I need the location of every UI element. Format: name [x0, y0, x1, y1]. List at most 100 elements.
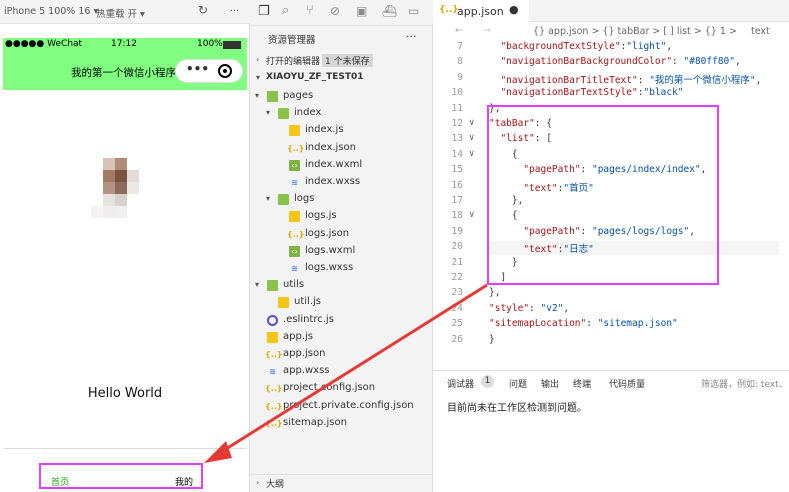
- unsaved-badge: 1 个未保存: [322, 54, 373, 67]
- fold-chevron-icon[interactable]: ∨: [469, 210, 474, 220]
- line-number: 7: [457, 41, 463, 52]
- tree-item-index-json[interactable]: {..} index.json: [250, 140, 433, 157]
- code-line: },: [489, 287, 501, 299]
- menu-capsule[interactable]: •••: [175, 59, 243, 83]
- extensions-icon[interactable]: ▣: [356, 4, 367, 18]
- tree-item-eslintrc-js[interactable]: .eslintrc.js: [250, 312, 433, 329]
- folder-icon: [267, 91, 278, 102]
- tree-item-index-wxss[interactable]: ≋ index.wxss: [250, 174, 433, 191]
- js-file-icon: [267, 331, 278, 343]
- chevron-down-icon[interactable]: ▾: [255, 280, 259, 289]
- outline-header[interactable]: › 大纲: [250, 474, 433, 491]
- tree-item-logs-wxss[interactable]: ≋ logs.wxss: [250, 260, 433, 277]
- line-number: 24: [451, 302, 463, 314]
- open-editors-header[interactable]: › 打开的编辑器 1 个未保存: [250, 52, 433, 69]
- tree-item-util-js[interactable]: util.js: [250, 294, 433, 311]
- tab-app-json[interactable]: {..} app.json ●: [433, 0, 529, 22]
- tabbar-preview-highlight: [39, 463, 203, 489]
- code-line: "navigationBarTextStyle":"black": [500, 87, 684, 99]
- capsule-more-icon[interactable]: •••: [186, 62, 209, 76]
- line-number: 11: [451, 102, 463, 114]
- line-number: 23: [451, 287, 463, 299]
- tab-debugger[interactable]: 调试器: [447, 377, 474, 390]
- tree-item-label: pages: [283, 90, 314, 101]
- chevron-down-icon[interactable]: ▾: [266, 108, 270, 117]
- more-icon[interactable]: ···: [230, 6, 239, 17]
- tree-item-label: sitemap.json: [283, 416, 347, 428]
- wxss-file-icon: ≋: [291, 178, 298, 187]
- panel-tabs: 调试器 1 问题 输出 终端 代码质量 筛选器，例如: text、**: [433, 375, 789, 391]
- fold-chevron-icon[interactable]: ∨: [469, 149, 474, 159]
- tree-item-label: logs.js: [305, 210, 337, 222]
- line-number: 13: [451, 133, 463, 145]
- tree-item-label: .eslintrc.js: [283, 313, 334, 325]
- tab-terminal[interactable]: 终端: [573, 377, 591, 390]
- json-file-icon: {..}: [265, 350, 283, 359]
- tree-item-sitemap-json[interactable]: {..} sitemap.json: [250, 415, 433, 432]
- tab-code-quality[interactable]: 代码质量: [609, 377, 645, 390]
- json-file-icon: {..}: [287, 143, 305, 153]
- files-icon[interactable]: ❐: [258, 4, 270, 19]
- project-header[interactable]: ▾ XIAOYU_ZF_TEST01: [250, 70, 433, 87]
- search-icon[interactable]: ⌕: [282, 3, 289, 18]
- breadcrumb-path[interactable]: {} app.json > {} tabBar > [ ] list > {} …: [533, 26, 737, 37]
- tree-item-utils[interactable]: ▾ utils: [250, 277, 433, 294]
- filter-input[interactable]: 筛选器，例如: text、**: [701, 377, 785, 390]
- chevron-down-icon[interactable]: ▾: [266, 194, 270, 203]
- line-number: 14: [451, 148, 463, 160]
- tree-item-project-config-json[interactable]: {..} project.config.json: [250, 380, 433, 397]
- tree-item-label: util.js: [294, 296, 321, 308]
- tabbar-code-highlight: [487, 105, 719, 285]
- fold-chevron-icon[interactable]: ∨: [469, 118, 474, 128]
- wxss-file-icon: ≋: [291, 264, 298, 273]
- line-number: 16: [451, 179, 463, 191]
- breadcrumb-leaf[interactable]: text: [751, 26, 770, 37]
- tree-item-app-js[interactable]: app.js: [250, 329, 433, 346]
- tree-item-index-wxml[interactable]: ‹› index.wxml: [250, 157, 433, 174]
- tree-item-pages[interactable]: ▾ pages: [250, 88, 433, 105]
- tree-item-index-js[interactable]: index.js: [250, 122, 433, 139]
- capsule-close-icon[interactable]: [218, 64, 232, 78]
- tree-item-label: app.js: [283, 330, 313, 342]
- layout-icon[interactable]: ▭: [408, 4, 419, 18]
- explorer-title: 资源管理器: [268, 35, 316, 46]
- js-file-icon: [278, 297, 289, 309]
- tree-item-label: index.wxml: [305, 158, 363, 170]
- tree-item-label: logs.wxml: [305, 244, 356, 256]
- folder-icon: [278, 194, 289, 206]
- tree-item-logs-js[interactable]: logs.js: [250, 208, 433, 225]
- explorer-more-icon[interactable]: ···: [406, 30, 417, 43]
- json-file-icon: {..}: [265, 401, 283, 411]
- tab-output[interactable]: 输出: [541, 377, 559, 390]
- avatar-image: [91, 158, 139, 218]
- hot-reload-toggle[interactable]: 热重载 开 ▾: [96, 6, 145, 20]
- tree-item-label: app.json: [283, 348, 326, 359]
- js-file-icon: [289, 125, 300, 137]
- source-control-icon[interactable]: ⑂: [306, 3, 314, 18]
- tree-item-app-json[interactable]: {..} app.json: [250, 346, 433, 363]
- line-number: 10: [451, 87, 463, 99]
- status-battery: 100%: [197, 39, 223, 49]
- unsaved-dot-icon[interactable]: ●: [509, 3, 519, 16]
- debug-icon[interactable]: ⊘: [330, 4, 340, 18]
- line-number: 20: [451, 241, 463, 253]
- device-select[interactable]: iPhone 5 100% 16 ▾: [4, 6, 98, 17]
- tree-item-logs[interactable]: ▾ logs: [250, 191, 433, 208]
- tree-item-logs-json[interactable]: {..} logs.json: [250, 226, 433, 243]
- forward-icon[interactable]: →: [483, 25, 491, 36]
- chevron-down-icon[interactable]: ▾: [255, 91, 259, 100]
- tab-app-json-label: app.json: [457, 5, 504, 18]
- wxml-file-icon: ‹›: [289, 159, 300, 171]
- tree-item-index[interactable]: ▾ index: [250, 105, 433, 122]
- status-bar: ●●●●● WeChat 17:12 100%: [3, 38, 247, 52]
- refresh-icon[interactable]: ↻: [198, 3, 208, 17]
- back-icon[interactable]: ←: [455, 25, 463, 36]
- tree-item-app-wxss[interactable]: ≋ app.wxss: [250, 363, 433, 380]
- tree-item-label: index.wxss: [305, 176, 361, 187]
- docker-icon[interactable]: ⛴: [382, 4, 397, 18]
- tree-item-logs-wxml[interactable]: ‹› logs.wxml: [250, 243, 433, 260]
- tree-item-project-private-config-json[interactable]: {..} project.private.config.json: [250, 398, 433, 415]
- hello-text: Hello World: [87, 386, 163, 401]
- fold-chevron-icon[interactable]: ∨: [469, 133, 474, 143]
- tab-problems[interactable]: 问题: [509, 377, 527, 390]
